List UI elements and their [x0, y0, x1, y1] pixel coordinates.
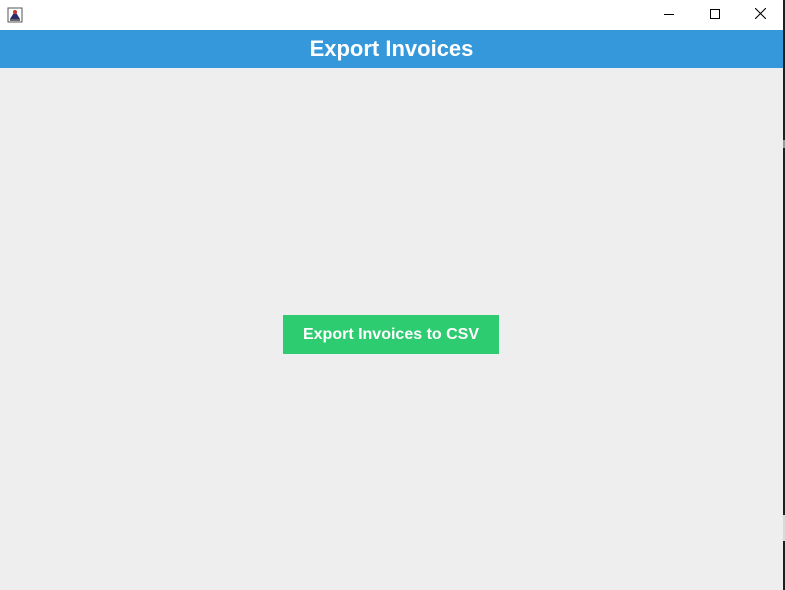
header-bar: Export Invoices	[0, 30, 783, 68]
minimize-button[interactable]	[646, 0, 692, 30]
app-window: Export Invoices Export Invoices to CSV	[0, 0, 783, 590]
main-content: Export Invoices to CSV	[0, 68, 783, 590]
close-icon	[754, 6, 766, 24]
close-button[interactable]	[737, 0, 783, 30]
page-title: Export Invoices	[309, 36, 474, 61]
window-titlebar[interactable]	[0, 0, 783, 30]
java-app-icon[interactable]	[7, 7, 23, 23]
export-invoices-button[interactable]: Export Invoices to CSV	[283, 315, 499, 354]
maximize-button[interactable]	[692, 0, 738, 30]
minimize-icon	[664, 6, 674, 24]
maximize-icon	[710, 6, 720, 24]
